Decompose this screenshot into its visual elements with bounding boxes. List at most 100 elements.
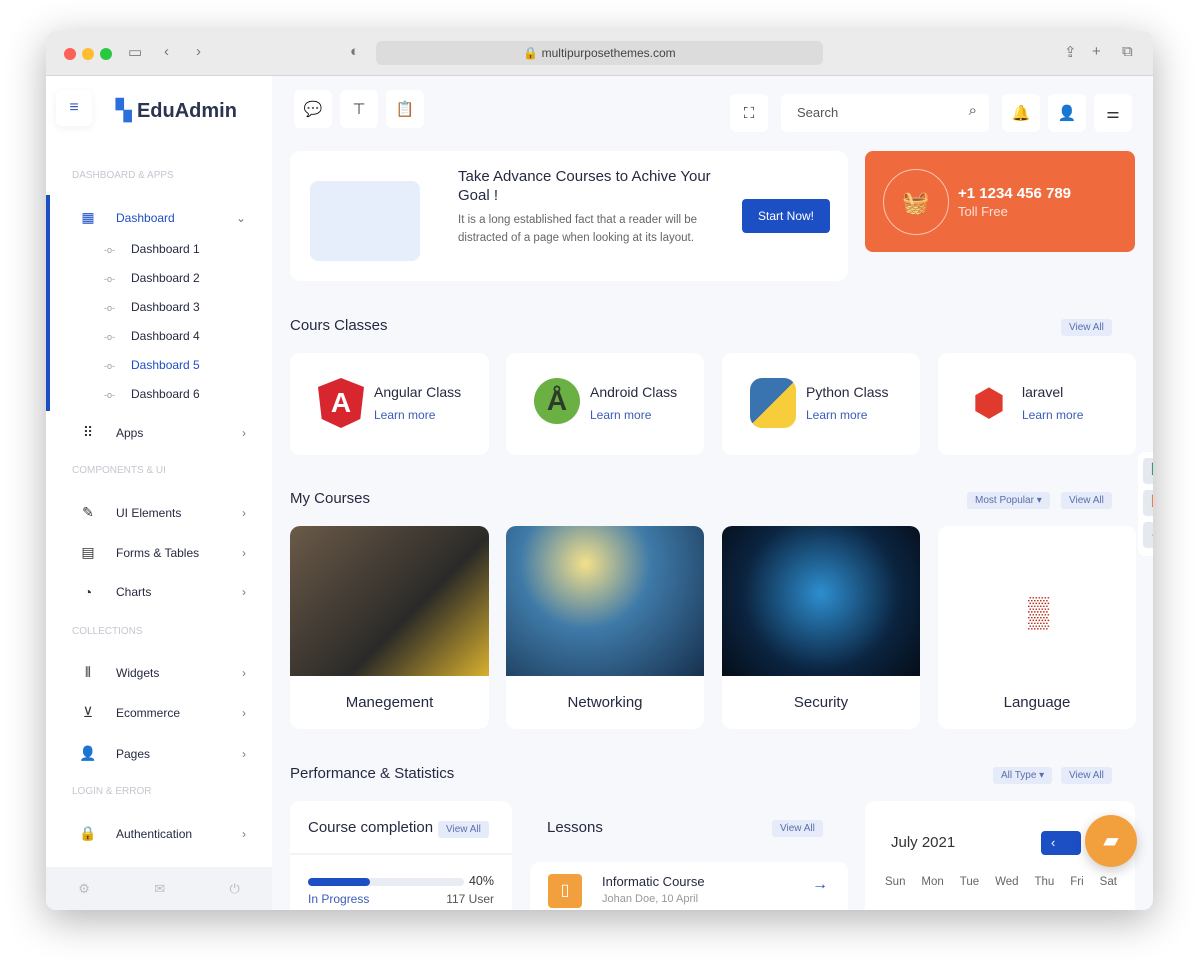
weekday-label: Thu <box>1034 876 1055 888</box>
address-bar[interactable]: 🔒 multipurposethemes.com <box>376 41 823 65</box>
money-icon[interactable]: ▣ <box>1143 458 1153 484</box>
start-now-button[interactable]: Start Now! <box>742 199 830 233</box>
lesson-item[interactable]: ▯ Informatic Course Johan Doe, 10 April … <box>530 862 848 910</box>
sidebar-item-authentication[interactable]: 🔒 Authentication › <box>76 825 246 842</box>
fullscreen-icon[interactable]: ⛶ <box>730 94 768 132</box>
view-all-button[interactable]: View All <box>1061 492 1112 509</box>
sidebar-subitem[interactable]: Dashboard 4 <box>104 329 200 343</box>
sidebar-subitem[interactable]: Dashboard 1 <box>104 242 200 256</box>
weekday-label: Tue <box>959 876 980 888</box>
calendar-month: July 2021 <box>891 834 956 851</box>
word-cloud-image: ▒ <box>938 526 1136 676</box>
sidebar-subitem[interactable]: Dashboard 6 <box>104 387 200 401</box>
view-all-button[interactable]: View All <box>1061 767 1112 784</box>
sidebar-item-charts[interactable]: ◔ Charts › <box>76 584 246 600</box>
settings-toggle-icon[interactable]: ⚌ <box>1094 94 1132 132</box>
sidebar-item-ecommerce[interactable]: ⊻ Ecommerce › <box>76 704 246 721</box>
sidebar-item-forms-tables[interactable]: ▤ Forms & Tables › <box>76 544 246 561</box>
power-icon[interactable]: ⏻ <box>230 881 240 897</box>
share-icon[interactable]: ⇪ <box>1064 43 1077 61</box>
flag-icon[interactable]: ⊤ <box>340 90 378 128</box>
grid-icon: ▦ <box>81 209 95 225</box>
clipboard-icon[interactable]: 📋 <box>386 90 424 128</box>
book-icon: ▯ <box>548 874 582 908</box>
course-card[interactable]: Manegement <box>290 526 489 729</box>
sidebar-subitem[interactable]: Dashboard 2 <box>104 271 200 285</box>
view-all-button[interactable]: View All <box>1061 319 1112 336</box>
course-title: Security <box>793 694 849 711</box>
weekday-label: Mon <box>921 876 944 888</box>
phone-label: Toll Free <box>958 204 1008 219</box>
label: Charts <box>116 585 152 599</box>
class-card[interactable]: ⬢ laravel Learn more <box>938 353 1136 455</box>
arrow-right-icon[interactable]: → <box>812 876 828 894</box>
learn-more-link[interactable]: Learn more <box>590 408 651 422</box>
sidebar-toggle-icon[interactable]: ▭ <box>128 43 142 61</box>
chevron-right-icon: › <box>242 505 246 520</box>
forward-icon[interactable]: › <box>196 43 201 60</box>
apps-icon: ⠿ <box>82 424 94 440</box>
search-input[interactable]: Search ⌕ <box>781 94 989 132</box>
class-card[interactable]: Å Android Class Learn more <box>506 353 704 455</box>
label: Forms & Tables <box>116 545 200 560</box>
label: Apps <box>116 425 144 440</box>
course-title: Manegement <box>345 694 434 711</box>
view-all-button[interactable]: View All <box>438 821 489 838</box>
chat-fab-icon[interactable]: ▰ <box>1085 815 1137 867</box>
sidebar-footer: ⚙ ✉ ⏻ <box>46 867 272 910</box>
course-card[interactable]: Networking <box>506 526 704 729</box>
course-card[interactable]: Security <box>722 526 920 729</box>
maximize-button[interactable] <box>100 48 112 60</box>
most-popular-dropdown[interactable]: Most Popular ▾ <box>967 492 1050 509</box>
sidebar-item-dashboard[interactable]: ▦ Dashboard ⌄ <box>76 209 246 226</box>
laravel-icon: ⬢ <box>973 382 1005 423</box>
tabs-icon[interactable]: ⧉ <box>1122 43 1133 60</box>
chevron-down-icon: ⌄ <box>235 210 246 225</box>
settings-icon[interactable]: ⚙ <box>78 881 90 897</box>
course-card[interactable]: ▒ Language <box>938 526 1136 729</box>
sidebar-item-ui-elements[interactable]: ✎ UI Elements › <box>76 504 246 521</box>
chevron-right-icon: › <box>242 585 246 599</box>
logo[interactable]: ▚ EduAdmin <box>116 98 237 123</box>
user-icon[interactable]: 👤 <box>1048 94 1086 132</box>
sidebar-subitem[interactable]: Dashboard 3 <box>104 300 200 314</box>
banner-title: Take Advance Courses to Achive Your Goal… <box>458 168 711 204</box>
sidebar-item-apps[interactable]: ⠿ Apps › <box>76 424 246 441</box>
back-icon[interactable]: ‹ <box>164 43 169 60</box>
search-icon[interactable]: ⌕ <box>969 102 977 119</box>
menu-toggle-icon[interactable]: ≡ <box>56 90 92 126</box>
chat-icon[interactable]: 💬 <box>294 90 332 128</box>
progress-bar <box>308 878 464 886</box>
mail-icon[interactable]: ✉ <box>154 881 165 897</box>
sidebar-subitem[interactable]: Dashboard 5 <box>104 358 200 372</box>
sidebar-item-pages[interactable]: 👤 Pages › <box>76 745 246 762</box>
floating-toolbar: ▣ ▣ ▰ <box>1138 452 1153 556</box>
prev-month-button[interactable]: ‹ <box>1041 831 1081 855</box>
learn-more-link[interactable]: Learn more <box>1022 408 1083 422</box>
user-icon: 👤 <box>79 745 97 761</box>
learn-more-link[interactable]: Learn more <box>374 408 435 422</box>
library-icon: ⫴ <box>85 664 91 680</box>
weekday-header: Sun Mon Tue Wed Thu Fri Sat <box>885 876 1117 888</box>
edit-icon: ✎ <box>82 504 94 520</box>
lesson-title: Informatic Course <box>602 874 705 889</box>
chevron-right-icon: › <box>242 705 246 720</box>
close-button[interactable] <box>64 48 76 60</box>
minimize-button[interactable] <box>82 48 94 60</box>
chat-icon[interactable]: ▰ <box>1143 522 1153 548</box>
class-card[interactable]: Python Class Learn more <box>722 353 920 455</box>
learn-more-link[interactable]: Learn more <box>806 408 867 422</box>
user-count: 117 User <box>446 892 494 906</box>
sidebar: ≡ ▚ EduAdmin DASHBOARD & APPS ▦ Dashboard… <box>46 76 272 910</box>
image-icon[interactable]: ▣ <box>1143 490 1153 516</box>
all-type-dropdown[interactable]: All Type ▾ <box>993 767 1053 784</box>
new-tab-icon[interactable]: + <box>1092 43 1101 60</box>
android-studio-icon: Å <box>534 378 580 424</box>
sidebar-item-widgets[interactable]: ⫴ Widgets › <box>76 664 246 681</box>
view-all-button[interactable]: View All <box>772 820 823 837</box>
bell-icon[interactable]: 🔔 <box>1002 94 1040 132</box>
label: Widgets <box>116 665 160 680</box>
shield-icon[interactable]: ◐ <box>350 43 359 60</box>
angular-icon: A <box>318 378 364 428</box>
class-card[interactable]: A Angular Class Learn more <box>290 353 489 455</box>
